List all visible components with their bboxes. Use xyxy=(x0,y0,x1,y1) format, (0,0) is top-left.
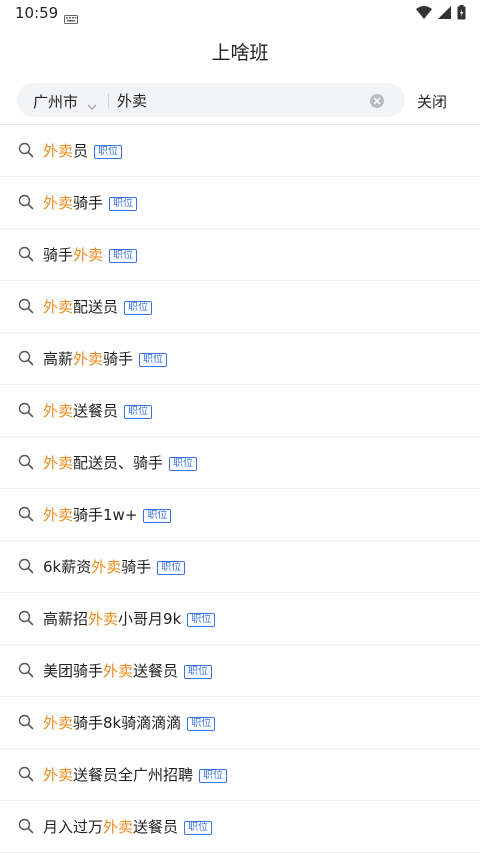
search-icon xyxy=(18,454,34,474)
job-tag: 职位 xyxy=(94,145,123,159)
status-bar: 10:59 xyxy=(0,0,480,26)
suggestion-item[interactable]: 外卖送餐员全广州招聘 职位 xyxy=(0,749,480,801)
wifi-icon xyxy=(416,6,432,19)
job-tag: 职位 xyxy=(139,353,168,367)
keyword-highlight: 外卖 xyxy=(43,402,74,420)
search-bar: 广州市 关闭 xyxy=(17,83,477,117)
job-tag: 职位 xyxy=(124,405,153,419)
search-icon xyxy=(18,766,34,786)
keyboard-icon xyxy=(64,9,78,28)
suggestion-text: 外卖骑手8k骑滴滴滴 职位 xyxy=(43,712,216,733)
job-tag: 职位 xyxy=(184,821,213,835)
keyword-highlight: 外卖 xyxy=(43,142,74,160)
suggestion-text: 外卖配送员 职位 xyxy=(43,296,153,317)
keyword-highlight: 外卖 xyxy=(73,246,104,264)
keyword-highlight: 外卖 xyxy=(43,298,74,316)
suggestion-item[interactable]: 高薪招外卖小哥月9k 职位 xyxy=(0,593,480,645)
keyword-highlight: 外卖 xyxy=(43,194,74,212)
suggestion-item[interactable]: 外卖骑手1w+ 职位 xyxy=(0,489,480,541)
suggestion-text: 美团骑手外卖送餐员 职位 xyxy=(43,660,213,681)
search-icon xyxy=(18,506,34,526)
keyword-highlight: 外卖 xyxy=(43,454,74,472)
search-input[interactable] xyxy=(117,83,357,117)
keyword-highlight: 外卖 xyxy=(88,610,119,628)
clear-icon[interactable] xyxy=(369,93,385,113)
job-tag: 职位 xyxy=(109,249,138,263)
battery-icon xyxy=(457,5,466,20)
search-icon xyxy=(18,610,34,630)
search-icon xyxy=(18,818,34,838)
suggestion-text: 外卖员 职位 xyxy=(43,140,123,161)
search-box[interactable]: 广州市 xyxy=(17,83,405,117)
close-button[interactable]: 关闭 xyxy=(417,91,447,112)
suggestion-text: 外卖骑手 职位 xyxy=(43,192,138,213)
keyword-highlight: 外卖 xyxy=(43,506,74,524)
divider xyxy=(108,93,109,108)
suggestion-text: 6k薪资外卖骑手 职位 xyxy=(43,556,186,577)
system-icons xyxy=(416,5,466,20)
job-tag: 职位 xyxy=(199,769,228,783)
search-icon xyxy=(18,714,34,734)
job-tag: 职位 xyxy=(124,301,153,315)
search-icon xyxy=(18,662,34,682)
keyword-highlight: 外卖 xyxy=(91,558,122,576)
suggestion-item[interactable]: 外卖员 职位 xyxy=(0,125,480,177)
suggestion-list: 外卖员 职位 外卖骑手 职位 骑手外卖 职位 外卖配送员 职位 高薪外卖骑手 职位 外卖送… xyxy=(0,125,480,853)
search-icon xyxy=(18,402,34,422)
suggestion-item[interactable]: 月入过万外卖送餐员 职位 xyxy=(0,801,480,853)
keyword-highlight: 外卖 xyxy=(73,350,104,368)
suggestion-item[interactable]: 骑手外卖 职位 xyxy=(0,229,480,281)
suggestion-item[interactable]: 外卖骑手 职位 xyxy=(0,177,480,229)
job-tag: 职位 xyxy=(187,613,216,627)
suggestion-item[interactable]: 高薪外卖骑手 职位 xyxy=(0,333,480,385)
search-icon xyxy=(18,194,34,214)
keyword-highlight: 外卖 xyxy=(103,818,134,836)
suggestion-item[interactable]: 外卖骑手8k骑滴滴滴 职位 xyxy=(0,697,480,749)
search-icon xyxy=(18,350,34,370)
suggestion-item[interactable]: 外卖送餐员 职位 xyxy=(0,385,480,437)
search-icon xyxy=(18,558,34,578)
search-icon xyxy=(18,142,34,162)
search-icon xyxy=(18,246,34,266)
suggestion-text: 高薪外卖骑手 职位 xyxy=(43,348,168,369)
keyword-highlight: 外卖 xyxy=(43,766,74,784)
suggestion-item[interactable]: 6k薪资外卖骑手 职位 xyxy=(0,541,480,593)
page-title: 上啥班 xyxy=(211,42,269,64)
suggestion-text: 高薪招外卖小哥月9k 职位 xyxy=(43,608,216,629)
job-tag: 职位 xyxy=(184,665,213,679)
search-icon xyxy=(18,298,34,318)
job-tag: 职位 xyxy=(109,197,138,211)
job-tag: 职位 xyxy=(187,717,216,731)
suggestion-text: 外卖送餐员 职位 xyxy=(43,400,153,421)
job-tag: 职位 xyxy=(157,561,186,575)
suggestion-item[interactable]: 外卖配送员、骑手 职位 xyxy=(0,437,480,489)
chevron-down-icon xyxy=(87,95,97,114)
job-tag: 职位 xyxy=(143,509,172,523)
keyword-highlight: 外卖 xyxy=(103,662,134,680)
job-tag: 职位 xyxy=(169,457,198,471)
suggestion-text: 外卖骑手1w+ 职位 xyxy=(43,504,172,525)
keyword-highlight: 外卖 xyxy=(43,714,74,732)
city-selector[interactable]: 广州市 xyxy=(33,91,78,112)
suggestion-text: 月入过万外卖送餐员 职位 xyxy=(43,816,213,837)
suggestion-text: 骑手外卖 职位 xyxy=(43,244,138,265)
suggestion-item[interactable]: 外卖配送员 职位 xyxy=(0,281,480,333)
suggestion-item[interactable]: 美团骑手外卖送餐员 职位 xyxy=(0,645,480,697)
status-time: 10:59 xyxy=(15,4,59,22)
suggestion-text: 外卖配送员、骑手 职位 xyxy=(43,452,198,473)
suggestion-text: 外卖送餐员全广州招聘 职位 xyxy=(43,764,228,785)
signal-icon xyxy=(438,6,451,19)
